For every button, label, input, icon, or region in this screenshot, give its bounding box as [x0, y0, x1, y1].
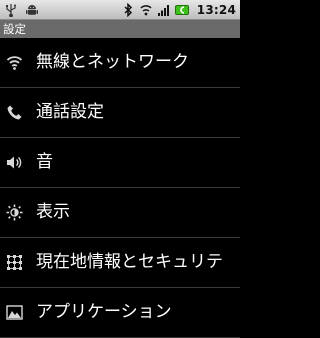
title-bar: 設定: [0, 20, 240, 38]
settings-item-call[interactable]: 通話設定: [0, 88, 240, 138]
notification-icons: [4, 1, 39, 18]
speaker-icon: [7, 156, 22, 169]
settings-item-label: 通話設定: [36, 102, 104, 122]
usb-icon: [6, 3, 16, 17]
bluetooth-icon: [124, 2, 132, 17]
clock: 13:24: [196, 2, 236, 17]
settings-item-display[interactable]: 表示: [0, 188, 240, 238]
settings-item-applications[interactable]: アプリケーション: [0, 288, 240, 338]
page-title: 設定: [3, 22, 26, 36]
applications-icon: [6, 305, 23, 320]
android-icon: [26, 4, 38, 15]
settings-item-wireless[interactable]: 無線とネットワーク: [0, 38, 240, 88]
wireless-icon: [6, 56, 23, 70]
settings-item-label: アプリケーション: [36, 302, 172, 322]
settings-item-label: 表示: [36, 202, 70, 222]
settings-item-label: 現在地情報とセキュリテ: [36, 252, 223, 272]
phone-icon: [7, 105, 22, 120]
brightness-icon: [6, 204, 23, 221]
system-icons: 13:24: [121, 1, 236, 18]
settings-item-label: 音: [36, 152, 53, 172]
settings-item-sound[interactable]: 音: [0, 138, 240, 188]
signal-icon: [157, 4, 169, 16]
settings-item-location-security[interactable]: 現在地情報とセキュリテ: [0, 238, 240, 288]
location-security-icon: [7, 255, 22, 270]
battery-icon: [174, 4, 189, 15]
settings-item-label: 無線とネットワーク: [36, 52, 189, 72]
wifi-icon: [140, 4, 152, 15]
status-bar: 13:24: [0, 0, 240, 20]
settings-list: 無線とネットワーク 通話設定 音 表示 現在地情報とセキュリテ アプリケーション: [0, 38, 240, 338]
